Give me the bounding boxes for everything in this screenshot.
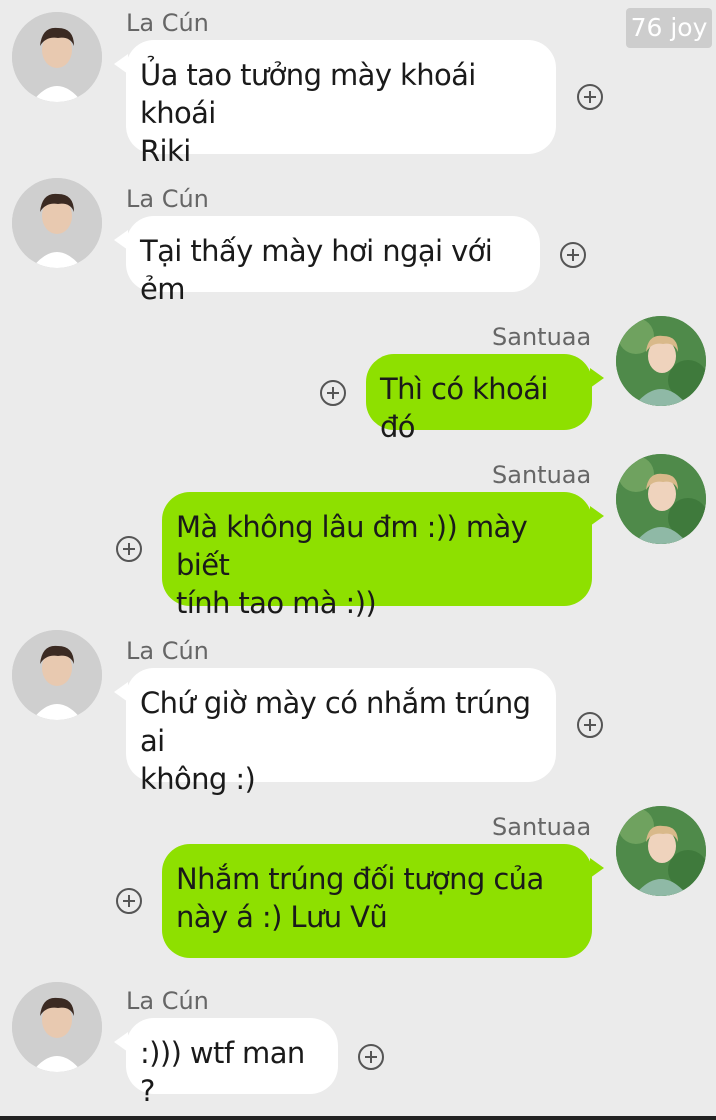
avatar-santuaa[interactable] [616,316,706,406]
avatar-santuaa[interactable] [616,806,706,896]
bottom-divider [0,1116,716,1120]
avatar-la-cun[interactable] [12,178,102,268]
message-bubble-incoming[interactable]: Chứ giờ mày có nhắm trúng ai không :) [114,668,556,796]
plus-circle-icon[interactable] [560,242,586,268]
message-line: Chứ giờ mày có nhắm trúng ai [140,686,531,758]
message-line: tính tao mà :)) [176,586,377,620]
plus-circle-icon[interactable] [358,1044,384,1070]
avatar-la-cun[interactable] [12,12,102,102]
message-line: :))) wtf man ? [140,1036,305,1108]
watermark: 76 joy [626,8,712,48]
sender-name: Santuaa [492,461,592,489]
sender-name: Santuaa [492,813,592,841]
message-line: Riki [140,134,191,168]
message-bubble-incoming[interactable]: Tại thấy mày hơi ngại với ẻm [114,216,540,306]
plus-circle-icon[interactable] [577,712,603,738]
plus-circle-icon[interactable] [577,84,603,110]
sender-name: La Cún [126,9,209,37]
plus-circle-icon[interactable] [116,888,142,914]
sender-name: La Cún [126,987,209,1015]
message-bubble-incoming[interactable]: :))) wtf man ? [114,1018,338,1108]
plus-circle-icon[interactable] [320,380,346,406]
avatar-santuaa[interactable] [616,454,706,544]
message-bubble-incoming[interactable]: Ủa tao tưởng mày khoái khoái Riki [114,40,556,168]
message-bubble-outgoing[interactable]: Thì có khoái đó [366,354,604,444]
message-bubble-outgoing[interactable]: Nhắm trúng đối tượng của này á :) Lưu Vũ [162,844,604,958]
message-line: Tại thấy mày hơi ngại với ẻm [140,234,493,306]
sender-name: La Cún [126,185,209,213]
message-line: Thì có khoái đó [380,372,548,444]
message-line: này á :) Lưu Vũ [176,900,388,934]
message-bubble-outgoing[interactable]: Mà không lâu đm :)) mày biết tính tao mà… [162,492,604,620]
sender-name: La Cún [126,637,209,665]
plus-circle-icon[interactable] [116,536,142,562]
avatar-la-cun[interactable] [12,630,102,720]
message-line: Nhắm trúng đối tượng của [176,862,544,896]
message-line: Ủa tao tưởng mày khoái khoái [140,58,476,130]
avatar-la-cun[interactable] [12,982,102,1072]
message-line: không :) [140,762,256,796]
sender-name: Santuaa [492,323,592,351]
message-line: Mà không lâu đm :)) mày biết [176,510,528,582]
